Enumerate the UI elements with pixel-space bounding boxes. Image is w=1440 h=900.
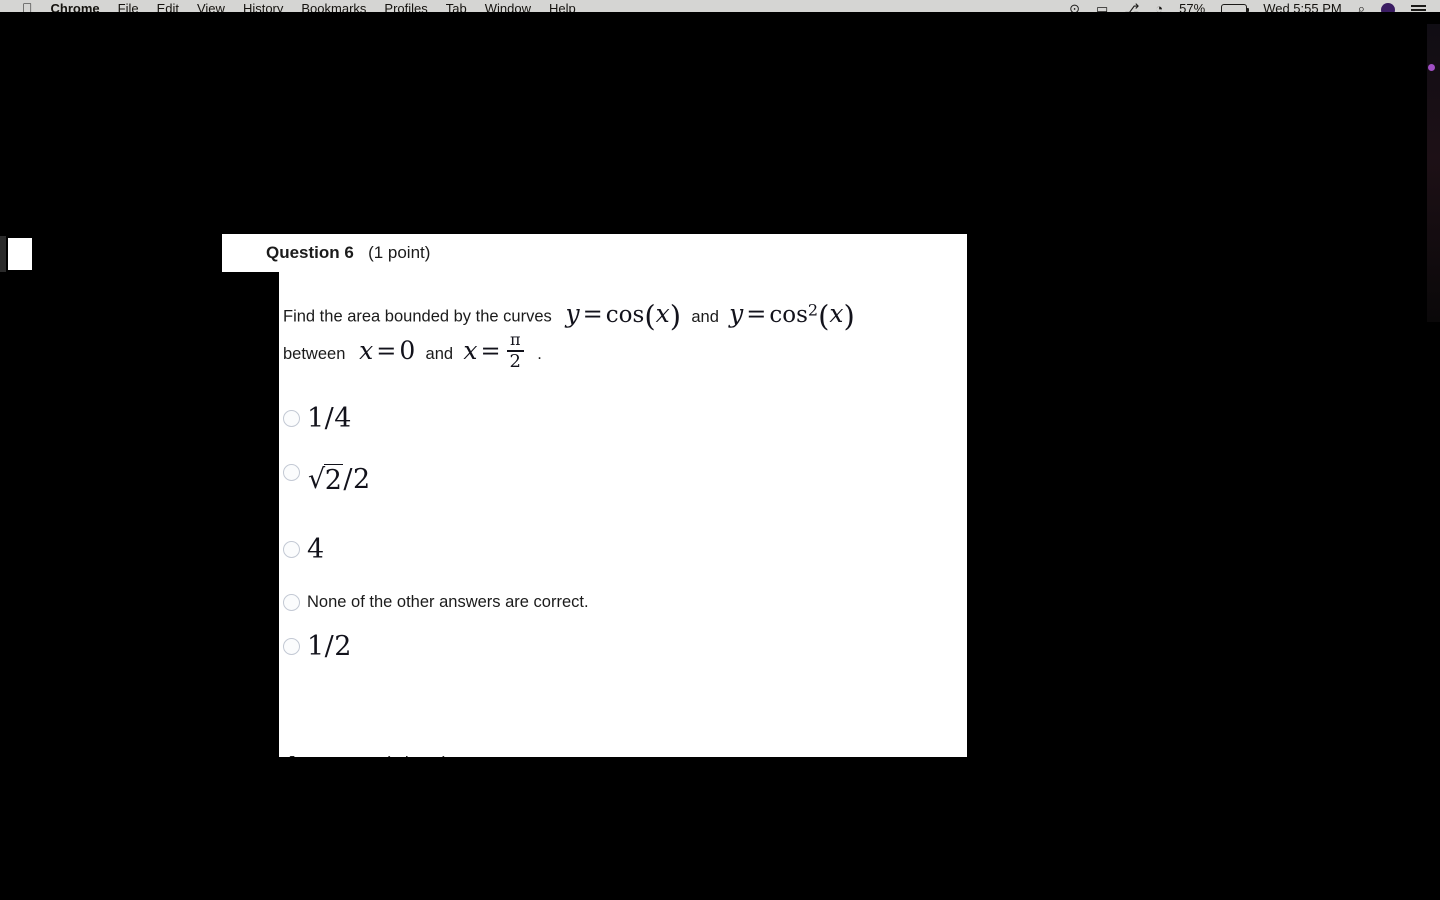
prompt-between-text: between [283,344,346,363]
answer-option-4-label: None of the other answers are correct. [307,592,589,611]
answer-option-5-label: 1/2 [307,630,352,662]
right-edge-strip [1427,22,1440,322]
math-var-x-1: x [655,298,670,328]
radio-button-option-4[interactable] [283,593,300,611]
question-prompt: Find the area bounded by the curves y = co… [283,293,959,374]
math-equals-3: = [376,336,397,365]
answer-option-2[interactable]: √2/2 [283,440,959,518]
answer-option-2-label: √2/2 [307,463,371,496]
math-open-paren-2: ( [818,298,830,333]
prompt-and-1: and [691,307,719,326]
question-card: Find the area bounded by the curves y = co… [279,272,967,756]
answer-option-1[interactable]: 1/4 [283,396,959,440]
radio-button-option-3[interactable] [283,540,300,558]
sqrt-glyph-icon: √2 [308,464,344,496]
math-open-paren-1: ( [644,298,656,333]
answer-option-3[interactable]: 4 [283,518,959,580]
answer-option-2-radicand: 2 [323,464,344,496]
question-title: Question 6 (1 point) [266,243,430,263]
math-var-x-2: x [829,298,844,328]
right-edge-dot-icon [1428,64,1435,71]
left-edge-chrome [0,236,6,272]
answer-options-list: 1/4 √2/2 4 None of the other answers are… [283,396,959,668]
answer-option-2-slash: / [343,464,354,495]
math-close-paren-1: ) [669,298,682,333]
math-cos-2: cos [769,301,808,328]
math-equals-1: = [582,299,603,328]
math-var-y-2: y [729,298,744,328]
math-cos-1: cos [605,301,645,328]
prompt-and-2: and [425,344,454,363]
answer-option-1-label: 1/4 [307,402,352,434]
answer-option-4[interactable]: None of the other answers are correct. [283,580,959,624]
question-points-label: (1 point) [368,243,431,262]
answer-option-2-denominator: 2 [353,464,371,495]
math-var-y-1: y [565,298,580,328]
screen:  Chrome File Edit View History Bookmark… [0,0,1440,900]
math-fraction-numerator-pi: π [510,330,521,350]
answer-option-3-label: 4 [307,533,325,565]
question-header: Question 6 (1 point) [222,234,967,272]
math-zero: 0 [399,335,416,365]
menu-bar-clip-mask [0,12,1440,24]
math-equals-2: = [746,299,767,328]
bottom-clip-mask [0,757,1440,900]
math-close-paren-2: ) [843,298,855,333]
math-exponent-2: 2 [807,300,819,319]
math-equals-4: = [480,336,501,365]
radio-button-option-1[interactable] [283,409,300,427]
math-x-equals-zero: x = 0 [359,336,420,365]
math-x-equals-pi-over-two: x = π 2 [458,332,532,371]
left-white-sliver [8,238,32,270]
prompt-period: . [537,344,542,363]
radio-button-option-2[interactable] [283,464,300,481]
math-fraction-pi-over-two: π 2 [506,330,524,372]
question-number-label: Question 6 [266,243,354,262]
math-var-x-3: x [359,335,374,365]
math-y-equals-cos-squared-x: y = cos2(x) [724,299,855,333]
math-fraction-denominator-two: 2 [509,350,521,372]
radio-button-option-5[interactable] [283,637,300,655]
math-y-equals-cos-x: y = cos(x) [566,299,687,333]
answer-option-5[interactable]: 1/2 [283,624,959,668]
math-var-x-4: x [463,335,478,365]
prompt-lead-text: Find the area bounded by the curves [283,307,552,326]
